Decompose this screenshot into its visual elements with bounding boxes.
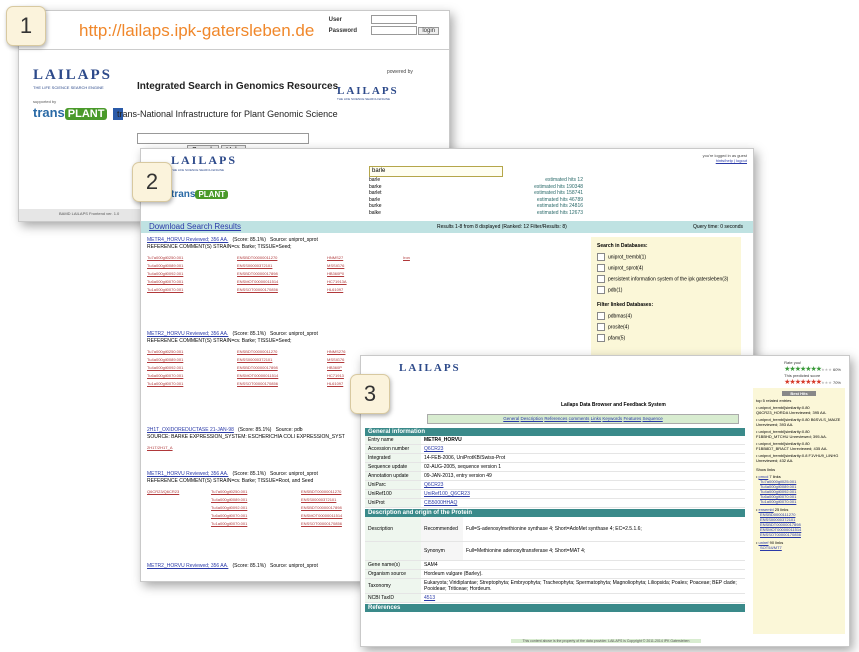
query-time: Query time: 0 seconds (692, 224, 743, 230)
password-input[interactable] (370, 26, 417, 35)
page-title: Lailaps Data Browser and Feedback System (561, 402, 666, 408)
search-input[interactable] (137, 133, 309, 144)
tab-features[interactable]: Features (623, 416, 641, 421)
linked-filter-checkbox[interactable]: pfam(5) (597, 334, 735, 342)
lailaps-logo: LAILAPS THE LIFE SCIENCE SEARCH ENGINE (171, 153, 238, 172)
link-group: • ensembl 25 links ENSBD0000111270 ENSS0… (756, 507, 802, 537)
tab-keywords[interactable]: Keywords (602, 416, 622, 421)
related-panel: Best Hits top 5 related entries • unipro… (753, 388, 845, 634)
search-input[interactable]: barle (369, 166, 503, 177)
linked-filter-checkbox[interactable]: prosite(4) (597, 323, 735, 331)
page-title: Integrated Search in Genomics Resources (137, 81, 339, 92)
footer-text: This content above is the property of th… (511, 639, 701, 643)
user-input[interactable] (370, 15, 417, 24)
tab-bar: General Description References comments … (427, 414, 739, 424)
url-label: http://lailaps.ipk-gatersleben.de (79, 21, 315, 40)
rating-widget: Rate you! ★★★★★★★★★★ 60% This predicted … (784, 360, 841, 386)
db-filter-checkbox[interactable]: uniprot_sprot(4) (597, 264, 735, 272)
result-title[interactable]: METR2_HORVU Reviewed; 356 AA. (147, 331, 228, 337)
download-results-link[interactable]: Download Search Results (149, 221, 241, 233)
result-title[interactable]: 2H1T_OXIDOREDUCTASE 21-JAN-98 (147, 427, 234, 433)
suggestion-item[interactable]: barlet estimated hits 158741 (369, 190, 583, 197)
entry-details: General information Entry name METR4_HORV… (365, 428, 745, 612)
user-label: User (328, 17, 342, 24)
db-filter-checkbox[interactable]: persistent information system of the ipk… (597, 275, 735, 283)
page-subtitle: trans-National Infrastructure for Plant … (117, 109, 338, 119)
suggestion-item[interactable]: barle estimated hits 12 (369, 177, 583, 184)
related-entry[interactable]: • uniprot_trembl[similarity:0.80 F1BBHD_… (756, 429, 842, 439)
footer-text: BAMD LAILAPS Frontend ver. 1.0 (59, 211, 120, 216)
link-group: • pmcd 7 links Tu7a0000gil025.001 Tu4a00… (756, 474, 797, 504)
db-filter-checkbox[interactable]: pdb(1) (597, 286, 735, 294)
suggestion-item[interactable]: barke estimated hits 190348 (369, 184, 583, 191)
related-entry[interactable]: • uniprot_trembl[similarity:0.80 F1BB8D7… (756, 441, 842, 451)
supported-label: supported by (33, 99, 57, 104)
suggestion-item[interactable]: burke estimated hits 24816 (369, 203, 583, 210)
linked-ids-grid: Tu7a000gil0250.001 ENSBDT00000011270 HNMS2… (147, 255, 410, 292)
tab-links[interactable]: Links (591, 416, 602, 421)
lailaps-logo: LAILAPS THE LIFE SCIENCE SEARCH ENGINE (33, 67, 113, 90)
transplant-logo: trans PLANT (33, 105, 124, 120)
result-title[interactable]: METR2_HORVU Reviewed; 356 AA. (147, 563, 228, 569)
section-header: References (365, 604, 745, 612)
powered-by-label: powered by (387, 69, 413, 75)
related-entry[interactable]: • uniprot_trembl[similarity:0.80 B6SVLS_… (756, 417, 842, 427)
password-label: Password (328, 28, 357, 35)
tab-description[interactable]: Description (521, 416, 544, 421)
tab-comments[interactable]: comments (569, 416, 590, 421)
tab-sequence[interactable]: Sequence (642, 416, 662, 421)
result-title[interactable]: METR1_HORVU Reviewed; 356 AA. (147, 471, 228, 477)
login-button[interactable]: login (418, 27, 439, 36)
section-header: Description and origin of the Protein (365, 509, 745, 517)
account-status: you're logged in as guest hints/help | l… (702, 153, 747, 163)
related-entry[interactable]: • uniprot_trembl[similarity:0.8 F1VHU9_L… (756, 453, 842, 463)
link-group: • uniref 90 links SOT54/MT7 (756, 540, 784, 550)
tab-general[interactable]: General (503, 416, 519, 421)
step-badge-1: 1 (6, 6, 46, 46)
lailaps-logo: LAILAPS (399, 362, 461, 374)
section-header: General information (365, 428, 745, 436)
suggestion-item[interactable]: balke estimated hits 12673 (369, 210, 583, 217)
db-filter-checkbox[interactable]: uniprot_trembl(1) (597, 253, 735, 261)
rating-stars[interactable]: ★★★★★★★ (784, 366, 822, 373)
results-bar: Download Search Results Results 1-8 from… (141, 221, 753, 233)
linked-filter-checkbox[interactable]: pdbmas(4) (597, 312, 735, 320)
filter-linked-title: Filter linked Databases: (597, 302, 654, 308)
screenshot-data-browser: LAILAPS Rate you! ★★★★★★★★★★ 60% This pr… (360, 355, 850, 647)
step-badge-2: 2 (132, 162, 172, 202)
suggestion-item[interactable]: barle estimated hits 46789 (369, 197, 583, 204)
result-title[interactable]: METR4_HORVU Reviewed; 356 AA. (147, 237, 228, 243)
search-in-db-title: Search in Databases: (597, 243, 648, 249)
lailaps-logo-small: LAILAPS THE LIFE SCIENCE SEARCH ENGINE (337, 85, 399, 101)
tab-references[interactable]: References (544, 416, 567, 421)
related-entry[interactable]: • uniprot_trembl[similarity:0.80 Q6CR23_… (756, 405, 842, 415)
step-badge-3: 3 (350, 374, 390, 414)
autocomplete-list: barle estimated hits 12 barke estimated hi… (369, 177, 583, 217)
transplant-logo: trans PLANT (171, 189, 229, 200)
results-summary: Results 1-8 from 8 displayed (Ranked: 12… (437, 224, 567, 230)
best-hits-button[interactable]: Best Hits (782, 391, 816, 396)
result-item: METR4_HORVU Reviewed; 356 AA. (Score: 85… (147, 237, 587, 331)
